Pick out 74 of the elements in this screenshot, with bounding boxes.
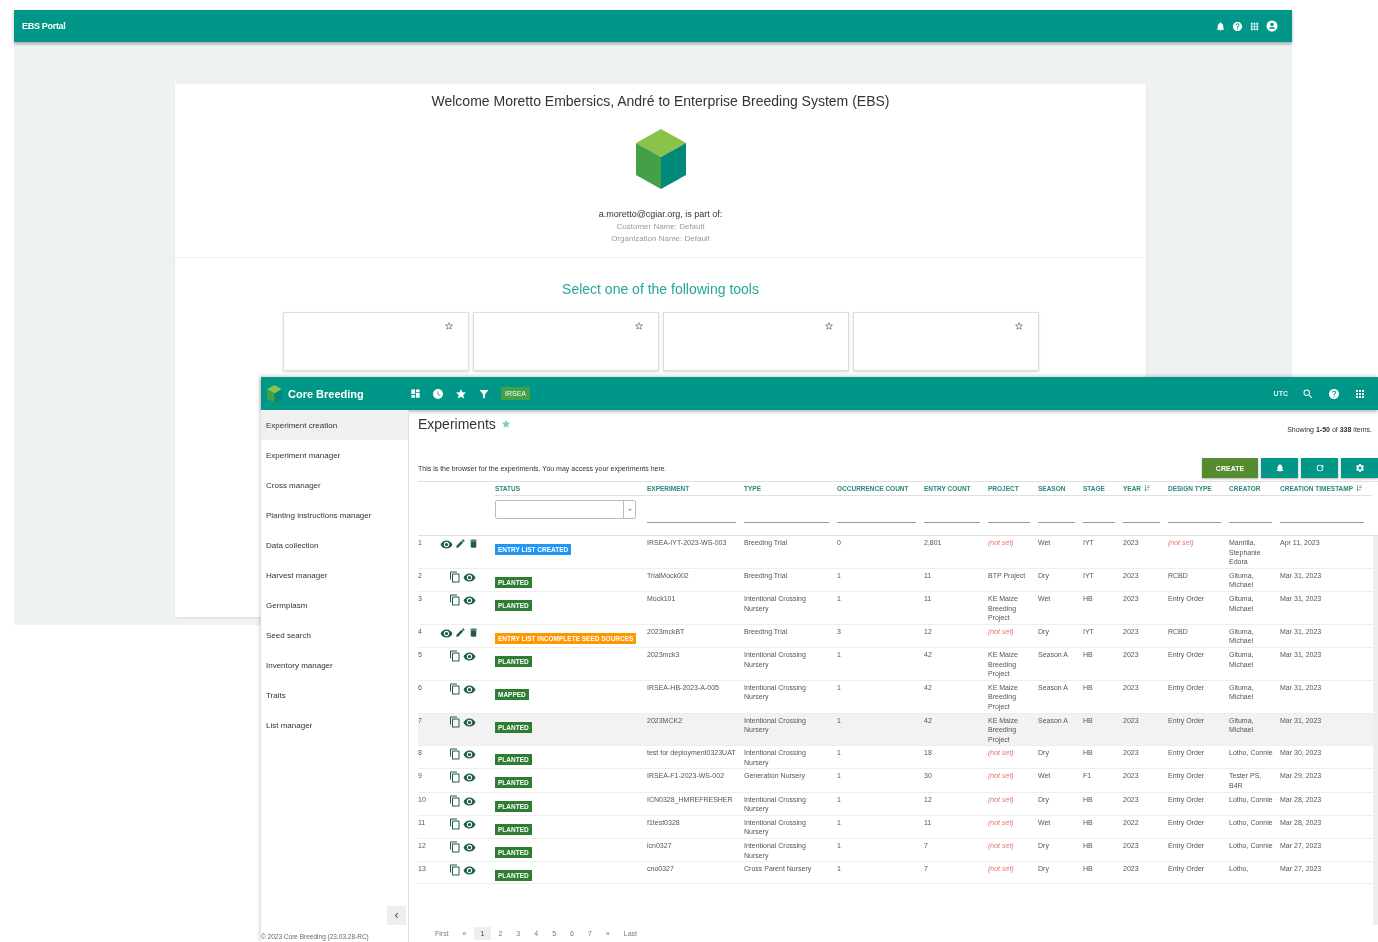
favorite-star-icon[interactable] (500, 419, 511, 429)
sidebar-item[interactable]: Harvest manager (261, 560, 408, 590)
copy-icon[interactable] (449, 841, 461, 854)
view-icon[interactable] (440, 626, 453, 640)
app-title: Core Breeding (288, 387, 365, 400)
user-avatar-icon[interactable] (1266, 20, 1278, 32)
copy-icon[interactable] (449, 715, 461, 728)
settings-button[interactable] (1341, 458, 1378, 478)
delete-icon[interactable] (468, 626, 479, 638)
sidebar-item[interactable]: Planting instructions manager (261, 500, 408, 530)
page-title: Experiments (418, 416, 496, 432)
organization-name-text: Organization Name: Default (611, 234, 710, 243)
view-icon[interactable] (463, 593, 476, 607)
apps-grid-icon[interactable] (1249, 20, 1260, 32)
copy-icon[interactable] (449, 682, 461, 695)
help-icon[interactable] (1232, 20, 1243, 32)
copy-icon[interactable] (449, 570, 461, 583)
notifications-button[interactable] (1261, 458, 1298, 478)
view-icon[interactable] (463, 715, 476, 729)
sidebar-item[interactable]: Traits (261, 680, 408, 710)
copy-icon[interactable] (449, 593, 461, 606)
help-icon[interactable] (1328, 387, 1340, 400)
copy-icon[interactable] (449, 864, 461, 877)
filter-icon[interactable] (478, 387, 490, 400)
user-email-text: a.moretto@cgiar.org, is part of: (598, 209, 723, 219)
sidebar-item[interactable]: Inventory manager (261, 650, 408, 680)
star-outline-icon[interactable] (823, 321, 834, 331)
edit-icon[interactable] (455, 626, 466, 638)
welcome-heading: Welcome Moretto Embersics, André to Enterprise Breeding System (EBS) (431, 93, 890, 109)
sort-icon[interactable] (1143, 484, 1152, 492)
sidebar-item[interactable]: List manager (261, 710, 408, 740)
copy-icon[interactable] (449, 817, 461, 830)
view-icon[interactable] (440, 538, 453, 551)
star-outline-icon[interactable] (633, 321, 644, 331)
copy-icon[interactable] (449, 649, 461, 662)
clock-icon[interactable] (432, 387, 444, 400)
view-icon[interactable] (463, 817, 476, 831)
edit-icon[interactable] (455, 538, 466, 549)
logo-icon (635, 129, 686, 189)
bell-icon (1274, 463, 1285, 473)
copy-icon[interactable] (449, 748, 461, 761)
view-icon[interactable] (463, 748, 476, 762)
logo-icon (267, 384, 282, 403)
view-icon[interactable] (463, 794, 476, 808)
copy-icon[interactable] (449, 794, 461, 807)
view-icon[interactable] (463, 570, 476, 584)
sidebar-item[interactable]: Data collection (261, 530, 408, 560)
tools-heading: Select one of the following tools (562, 281, 759, 297)
refresh-button[interactable] (1301, 458, 1338, 478)
delete-icon[interactable] (468, 538, 479, 549)
dashboard-icon[interactable] (410, 388, 421, 399)
sidebar-item[interactable]: Experiment manager (261, 440, 408, 470)
copy-icon[interactable] (449, 771, 461, 784)
settings-icon (1354, 463, 1365, 473)
sidebar-item[interactable]: Experiment creation (261, 410, 408, 440)
status-filter-dropdown[interactable] (495, 500, 636, 519)
star-icon[interactable] (455, 387, 467, 400)
sidebar-item[interactable]: Seed search (261, 620, 408, 650)
search-icon[interactable] (1302, 387, 1314, 400)
apps-grid-icon[interactable] (1354, 387, 1366, 400)
sidebar-item[interactable]: Germplasm (261, 590, 408, 620)
notification-bell-icon[interactable] (1215, 20, 1226, 32)
app-title: EBS Portal (22, 21, 67, 31)
view-icon[interactable] (463, 649, 476, 663)
star-outline-icon[interactable] (443, 321, 454, 331)
view-icon[interactable] (463, 682, 476, 696)
star-outline-icon[interactable] (1013, 321, 1024, 331)
view-icon[interactable] (463, 864, 476, 878)
sort-icon[interactable] (1355, 484, 1364, 492)
customer-name-text: Customer Name: Default (616, 222, 705, 231)
refresh-icon (1314, 463, 1325, 473)
sidebar-item[interactable]: Cross manager (261, 470, 408, 500)
view-icon[interactable] (463, 771, 476, 785)
view-icon[interactable] (463, 841, 476, 855)
